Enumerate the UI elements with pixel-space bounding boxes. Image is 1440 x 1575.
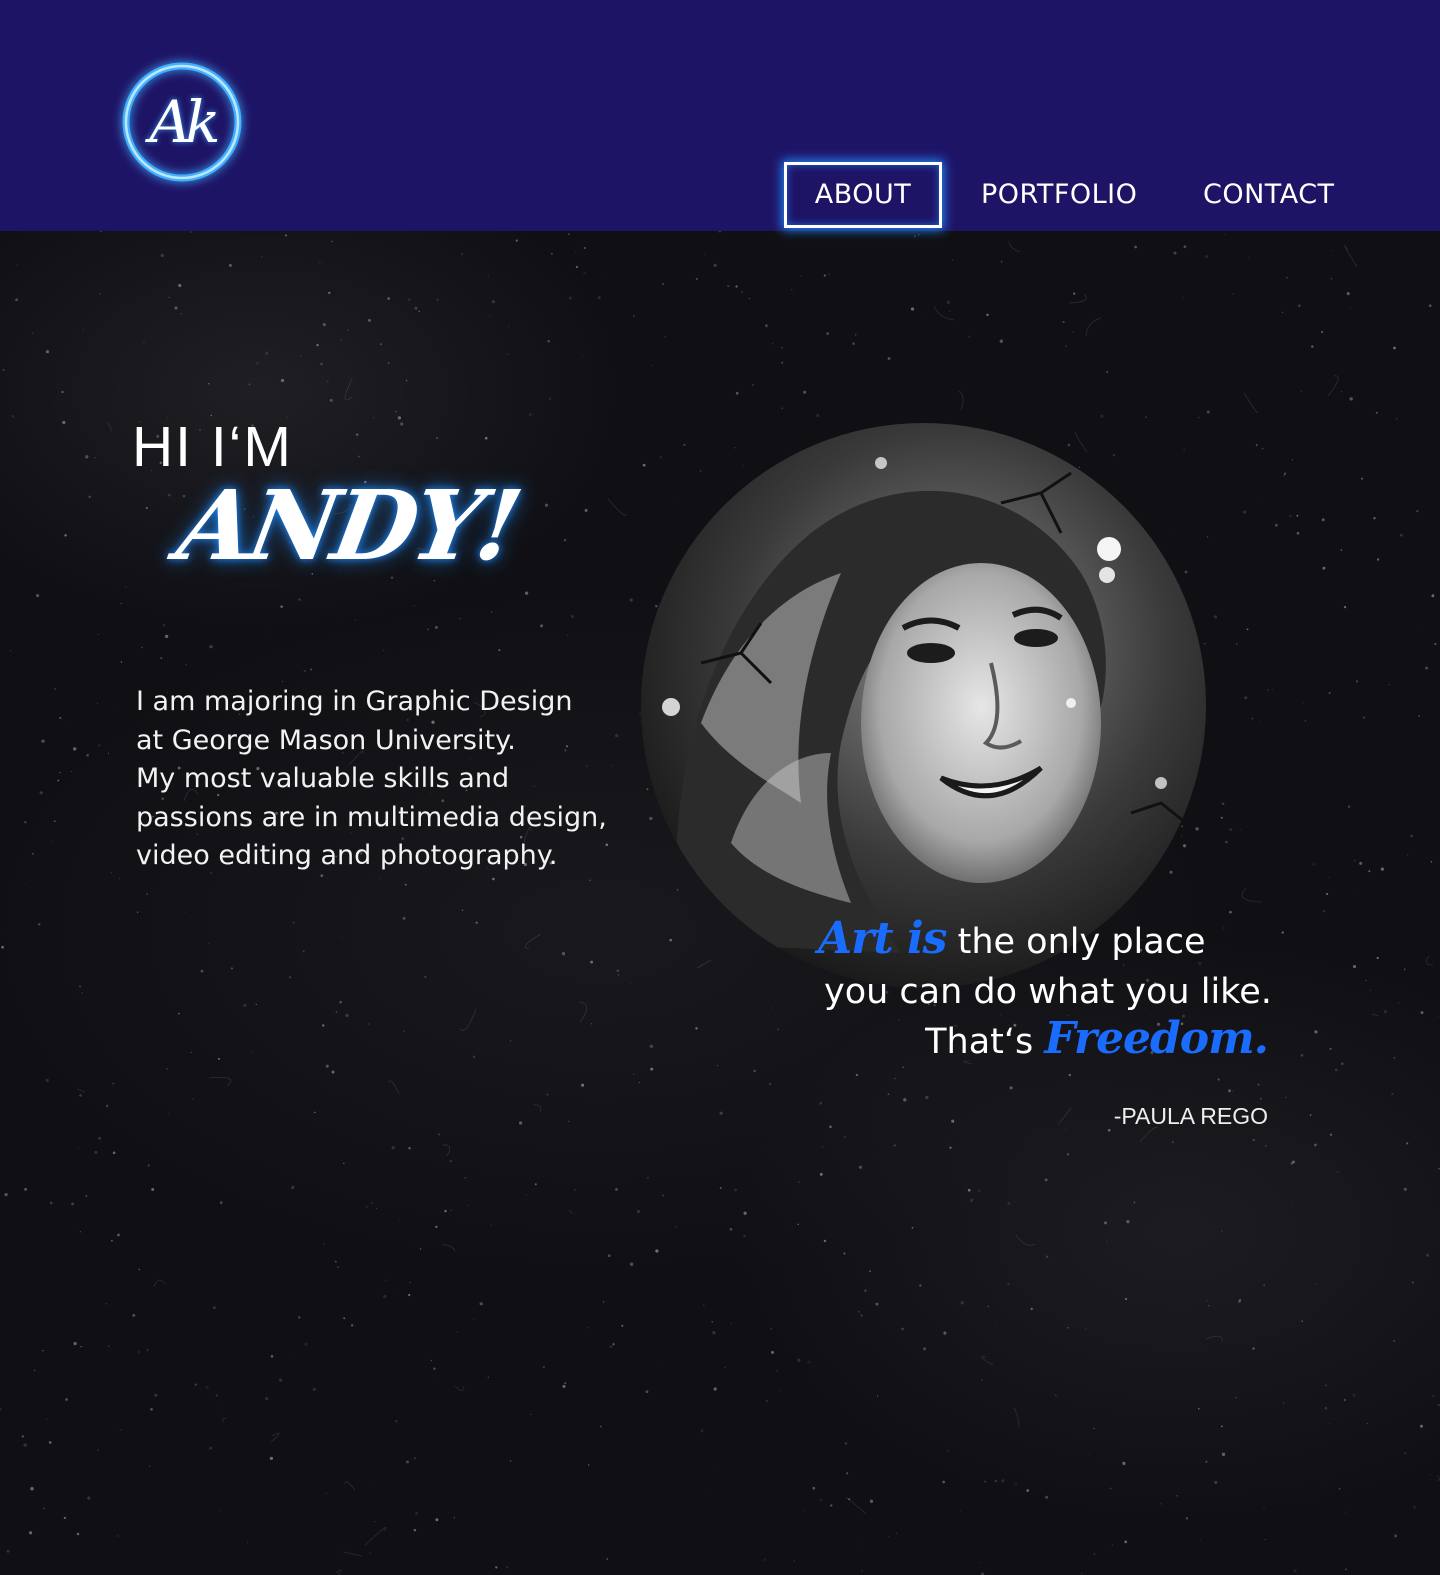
bio-line: passions are in multimedia design, xyxy=(136,801,607,833)
profile-photo xyxy=(641,423,1206,988)
bio-line: I am majoring in Graphic Design xyxy=(136,686,573,717)
portrait-illustration xyxy=(641,423,1206,988)
bio-paragraph: I am majoring in Graphic Design at Georg… xyxy=(136,683,656,876)
quote-text: That‘s xyxy=(925,1022,1034,1062)
nav-contact-link[interactable]: CONTACT xyxy=(1203,162,1335,228)
quote-accent-freedom: Freedom. xyxy=(1044,1013,1269,1064)
quote-line-2: you can do what you like. xyxy=(824,972,1272,1012)
page: Ak ABOUT PORTFOLIO CONTACT HI I‘M ANDY! … xyxy=(0,0,1440,1575)
quote-text: the only place xyxy=(957,922,1206,962)
name-heading: ANDY! xyxy=(170,469,527,582)
bio-line: at George Mason University. xyxy=(136,724,516,756)
nav-portfolio-link[interactable]: PORTFOLIO xyxy=(981,162,1137,228)
quote-line-3: That‘s Freedom. xyxy=(925,1013,1269,1064)
site-header: Ak ABOUT PORTFOLIO CONTACT xyxy=(0,0,1440,231)
nav-about-link[interactable]: ABOUT xyxy=(784,162,942,228)
ak-monogram-logo-icon[interactable]: Ak xyxy=(112,60,252,184)
bio-line: My most valuable skills and xyxy=(136,763,510,794)
logo-text: Ak xyxy=(149,88,220,156)
quote-author: -PAULA REGO xyxy=(1113,1103,1268,1129)
quote-line-1: Art is the only place xyxy=(818,913,1205,964)
about-hero: HI I‘M ANDY! I am majoring in Graphic De… xyxy=(0,231,1440,1575)
quote-accent-art: Art is xyxy=(818,913,947,964)
bio-line: video editing and photography. xyxy=(136,840,558,871)
